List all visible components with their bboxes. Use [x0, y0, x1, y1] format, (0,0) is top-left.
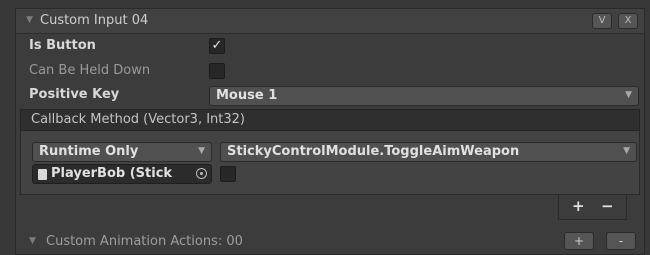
can-be-held-down-checkbox[interactable]: [209, 63, 225, 79]
can-be-held-down-label: Can Be Held Down: [29, 63, 151, 78]
positive-key-dropdown[interactable]: Mouse 1 ▼: [209, 86, 639, 106]
custom-animation-actions-row: ▼ Custom Animation Actions: 00 + -: [16, 232, 644, 254]
is-button-label: Is Button: [29, 38, 96, 53]
target-object-field[interactable]: PlayerBob (Stick: [32, 164, 212, 184]
remove-event-button[interactable]: −: [601, 197, 614, 215]
positive-key-label: Positive Key: [29, 87, 120, 102]
dropdown-arrow-icon: ▼: [623, 146, 630, 156]
custom-input-title: Custom Input 04: [40, 13, 149, 28]
callback-event-list: Runtime Only ▼ StickyControlModule.Toggl…: [20, 131, 640, 195]
custom-input-panel: ▼ Custom Input 04 V X Is Button ✓ Can Be…: [15, 8, 645, 255]
positive-key-row: Positive Key Mouse 1 ▼: [16, 85, 644, 107]
event-add-remove-footer: + −: [558, 195, 627, 220]
argument-checkbox[interactable]: [220, 166, 236, 182]
custom-animation-actions-label: Custom Animation Actions: 00: [46, 234, 243, 249]
add-animation-action-button[interactable]: +: [564, 232, 594, 250]
runtime-mode-value: Runtime Only: [39, 144, 139, 159]
x-button[interactable]: X: [618, 13, 638, 29]
target-object-value: PlayerBob (Stick: [51, 166, 173, 181]
add-event-button[interactable]: +: [572, 197, 585, 215]
positive-key-value: Mouse 1: [216, 88, 278, 103]
v-button[interactable]: V: [592, 13, 612, 29]
dropdown-arrow-icon: ▼: [625, 90, 632, 100]
can-be-held-down-row: Can Be Held Down: [16, 61, 644, 83]
dropdown-arrow-icon: ▼: [198, 146, 205, 156]
foldout-arrow-icon[interactable]: ▼: [29, 236, 36, 246]
function-value: StickyControlModule.ToggleAimWeapon: [227, 144, 520, 159]
callback-method-header: Callback Method (Vector3, Int32): [20, 109, 640, 131]
script-file-icon: [38, 169, 47, 180]
foldout-arrow-icon[interactable]: ▼: [26, 15, 33, 25]
runtime-mode-dropdown[interactable]: Runtime Only ▼: [32, 142, 212, 162]
object-picker-icon[interactable]: [196, 168, 207, 179]
is-button-checkbox[interactable]: ✓: [209, 38, 225, 54]
is-button-row: Is Button ✓: [16, 36, 644, 58]
function-dropdown[interactable]: StickyControlModule.ToggleAimWeapon ▼: [220, 142, 637, 162]
callback-method-title: Callback Method (Vector3, Int32): [31, 112, 245, 127]
custom-input-header[interactable]: ▼ Custom Input 04 V X: [16, 9, 644, 34]
remove-animation-action-button[interactable]: -: [606, 232, 636, 250]
